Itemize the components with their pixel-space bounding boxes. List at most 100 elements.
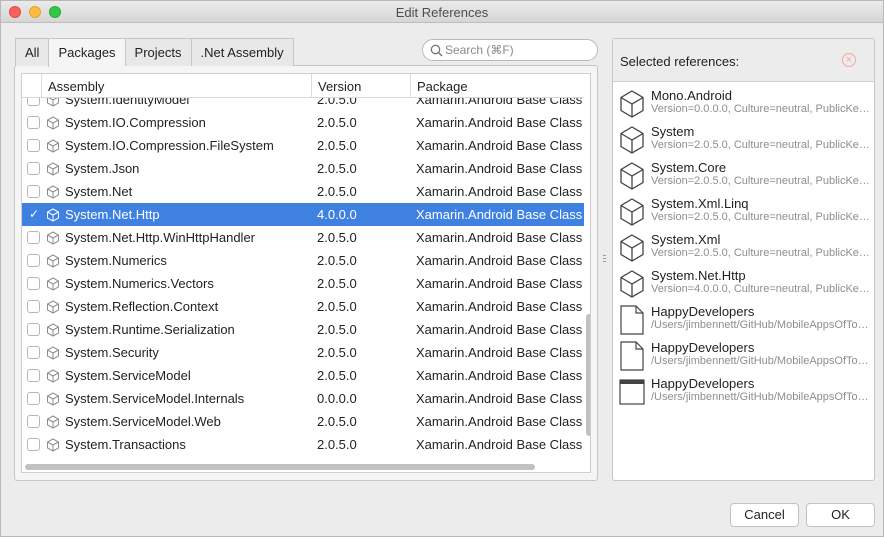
package-icon — [46, 249, 60, 272]
table-row[interactable]: System.Security 2.0.5.0 Xamarin.Android Ba… — [22, 341, 584, 364]
table-row[interactable]: System.IO.Compression.FileSystem 2.0.5.0 X… — [22, 134, 584, 157]
vertical-scroll-thumb[interactable] — [586, 314, 590, 436]
checkbox[interactable] — [27, 346, 40, 359]
selected-reference-item[interactable]: HappyDevelopers/Users/jimbennett/GitHub/… — [613, 335, 874, 371]
checkbox[interactable] — [27, 369, 40, 382]
row-checkbox[interactable] — [26, 410, 40, 433]
package-icon — [46, 433, 60, 456]
table-row[interactable]: System.ServiceModel.Web 2.0.5.0 Xamarin.An… — [22, 410, 584, 433]
selected-reference-item[interactable]: Mono.Android Version=0.0.0.0, Culture=neu… — [613, 83, 874, 119]
table-row[interactable]: System.ServiceModel 2.0.5.0 Xamarin.Androi… — [22, 364, 584, 387]
row-checkbox[interactable] — [26, 134, 40, 157]
tab-net-assembly[interactable]: .Net Assembly — [190, 38, 294, 66]
title-bar[interactable]: Edit References — [1, 1, 883, 23]
assembly-package: Xamarin.Android Base Class Libraries — [416, 322, 582, 337]
row-checkbox[interactable] — [26, 157, 40, 180]
search-field[interactable] — [422, 39, 598, 61]
table-row[interactable]: System.IdentityModel 2.0.5.0 Xamarin.Andro… — [22, 98, 584, 111]
row-checkbox[interactable] — [26, 318, 40, 341]
table-header: Assembly Version Package — [22, 74, 584, 98]
table-row[interactable]: System.Numerics 2.0.5.0 Xamarin.Android Ba… — [22, 249, 584, 272]
table-row[interactable]: System.Json 2.0.5.0 Xamarin.Android Base C… — [22, 157, 584, 180]
selected-reference-item[interactable]: System.Core Version=2.0.5.0, Culture=neut… — [613, 155, 874, 191]
assembly-version: 2.0.5.0 — [317, 437, 357, 452]
row-checkbox[interactable] — [26, 226, 40, 249]
checkbox[interactable] — [27, 300, 40, 313]
checkbox[interactable] — [27, 231, 40, 244]
vertical-scrollbar[interactable] — [585, 98, 590, 468]
tab-projects[interactable]: Projects — [124, 38, 191, 66]
assembly-name: System.Net — [65, 184, 133, 199]
assembly-name: System.Security — [65, 345, 159, 360]
table-row[interactable]: ✓ System.Net.Http 4.0.0.0 Xamarin.Android B… — [22, 203, 584, 226]
row-checkbox[interactable] — [26, 98, 40, 111]
row-checkbox[interactable] — [26, 433, 40, 456]
column-header-package[interactable]: Package — [410, 74, 584, 98]
search-icon — [430, 44, 443, 57]
cancel-button[interactable]: Cancel — [730, 503, 799, 527]
checkbox[interactable] — [27, 415, 40, 428]
row-checkbox[interactable] — [26, 249, 40, 272]
table-row[interactable]: System.Numerics.Vectors 2.0.5.0 Xamarin.An… — [22, 272, 584, 295]
package-icon — [46, 341, 60, 364]
checkbox[interactable] — [27, 116, 40, 129]
table-row[interactable]: System.Transactions 2.0.5.0 Xamarin.Androi… — [22, 433, 584, 456]
checkbox[interactable] — [27, 98, 40, 106]
package-icon — [618, 197, 646, 227]
assembly-name: System.Json — [65, 161, 140, 176]
assembly-name: System.Transactions — [65, 437, 186, 452]
table-row[interactable]: System.ServiceModel.Internals 0.0.0.0 Xama… — [22, 387, 584, 410]
package-icon — [46, 111, 60, 134]
column-header-version[interactable]: Version — [311, 74, 410, 98]
reference-detail: /Users/jimbennett/GitHub/MobileAppsOfTom… — [651, 355, 871, 367]
row-checkbox[interactable] — [26, 295, 40, 318]
tab-all[interactable]: All — [15, 38, 49, 66]
row-checkbox[interactable] — [26, 387, 40, 410]
row-checkbox[interactable] — [26, 341, 40, 364]
package-icon — [46, 364, 60, 387]
table-row[interactable]: System.Reflection.Context 2.0.5.0 Xamarin.… — [22, 295, 584, 318]
assembly-name: System.Reflection.Context — [65, 299, 219, 314]
selected-reference-item[interactable]: HappyDevelopers/Users/jimbennett/GitHub/… — [613, 371, 874, 407]
package-icon — [46, 318, 60, 341]
checkbox[interactable] — [27, 254, 40, 267]
table-row[interactable]: System.Runtime.Serialization 2.0.5.0 Xamar… — [22, 318, 584, 341]
edit-references-window: Edit References All Packages Projects .N… — [0, 0, 884, 537]
package-icon — [618, 161, 646, 191]
checkbox[interactable] — [27, 185, 40, 198]
selected-reference-item[interactable]: System.Net.Http Version=4.0.0.0, Culture=… — [613, 263, 874, 299]
checkbox[interactable] — [27, 392, 40, 405]
selected-reference-item[interactable]: System Version=2.0.5.0, Culture=neutral, … — [613, 119, 874, 155]
reference-name: System — [651, 124, 695, 139]
row-checkbox[interactable] — [26, 364, 40, 387]
checkbox[interactable] — [27, 323, 40, 336]
table-row[interactable]: System.IO.Compression 2.0.5.0 Xamarin.Andr… — [22, 111, 584, 134]
ok-button[interactable]: OK — [806, 503, 875, 527]
selected-reference-item[interactable]: System.Xml.Linq Version=2.0.5.0, Culture=… — [613, 191, 874, 227]
checkbox[interactable] — [27, 438, 40, 451]
selected-reference-item[interactable]: System.Xml Version=2.0.5.0, Culture=neutr… — [613, 227, 874, 263]
checkbox[interactable] — [27, 139, 40, 152]
checkbox[interactable] — [27, 162, 40, 175]
checkbox[interactable] — [27, 277, 40, 290]
tab-packages[interactable]: Packages — [48, 38, 125, 67]
package-icon — [46, 295, 60, 318]
panel-splitter-handle[interactable] — [602, 253, 608, 265]
column-header-assembly[interactable]: Assembly — [41, 74, 311, 98]
search-input[interactable] — [445, 42, 593, 58]
horizontal-scroll-thumb[interactable] — [25, 464, 535, 470]
selected-reference-item[interactable]: HappyDevelopers/Users/jimbennett/GitHub/… — [613, 299, 874, 335]
row-checkbox[interactable] — [26, 180, 40, 203]
row-checkbox[interactable] — [26, 111, 40, 134]
reference-name: System.Core — [651, 160, 727, 175]
horizontal-scrollbar[interactable] — [22, 462, 584, 472]
reference-name: HappyDevelopers — [651, 340, 755, 355]
clear-references-icon[interactable]: × — [842, 53, 856, 67]
table-row[interactable]: System.Net.Http.WinHttpHandler 2.0.5.0 Xam… — [22, 226, 584, 249]
row-checkbox[interactable]: ✓ — [26, 203, 40, 226]
reference-detail: Version=2.0.5.0, Culture=neutral, Public… — [651, 175, 871, 187]
row-checkbox[interactable] — [26, 272, 40, 295]
reference-detail: Version=4.0.0.0, Culture=neutral, Public… — [651, 283, 871, 295]
assembly-name: System.IO.Compression.FileSystem — [65, 138, 274, 153]
table-row[interactable]: System.Net 2.0.5.0 Xamarin.Android Base Cl… — [22, 180, 584, 203]
